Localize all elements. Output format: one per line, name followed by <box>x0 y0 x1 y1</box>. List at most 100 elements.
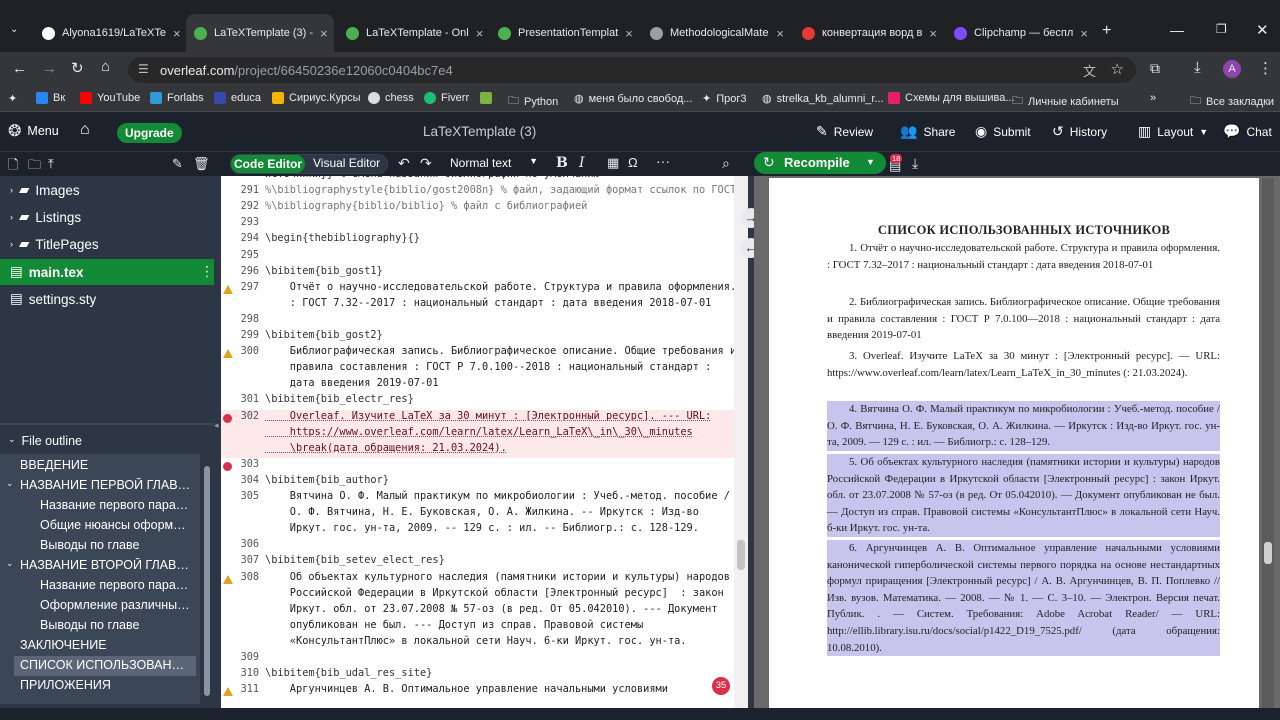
recompile-button[interactable]: ↻ Recompile ▼ <box>754 152 886 174</box>
chevron-down-icon[interactable]: ▼ <box>866 157 875 167</box>
line-number[interactable]: 307 <box>221 555 259 566</box>
close-icon[interactable]: × <box>173 26 181 41</box>
line-number[interactable]: 299 <box>221 330 259 341</box>
browser-tab-3[interactable]: LaTeXTemplate - Onl × <box>338 20 488 46</box>
bookmark-sirius[interactable]: Сириус.Курсы <box>272 92 361 104</box>
new-tab-icon[interactable]: + <box>1102 22 1111 40</box>
close-icon[interactable]: × <box>776 26 784 41</box>
url-input[interactable]: ☰ overleaf.com/project/66450236e12060c04… <box>128 57 1136 83</box>
warning-icon[interactable] <box>223 349 233 359</box>
line-number[interactable]: 306 <box>221 539 259 550</box>
code-line[interactable]: %\bibliographystyle{biblio/gost2008n} % … <box>265 184 736 196</box>
bookmark-youtube[interactable]: YouTube <box>80 92 140 104</box>
table-icon[interactable]: ▦ <box>607 155 619 171</box>
code-line[interactable]: опубликован не был. --- Доступ из справ.… <box>265 619 643 631</box>
forward-icon[interactable]: → <box>42 60 57 77</box>
download-icon[interactable]: ⤓ <box>1194 59 1201 76</box>
file-tree-folder[interactable]: › ▰ Listings <box>10 209 81 225</box>
line-number[interactable]: 310 <box>221 668 259 679</box>
bookmark-fiverr[interactable]: Fiverr <box>424 92 469 104</box>
outline-item[interactable]: Название первого парагр... <box>40 578 192 592</box>
warning-icon[interactable] <box>223 574 233 584</box>
panel-divider[interactable] <box>0 423 214 425</box>
code-line[interactable]: \bibitem{bib_gost2} <box>265 329 383 341</box>
back-icon[interactable]: ← <box>12 60 27 77</box>
error-icon[interactable] <box>223 461 232 471</box>
project-title[interactable]: LaTeXTemplate (3) <box>423 124 536 139</box>
file-tree-item-selected[interactable]: ▤ main.tex ⋮ <box>0 259 214 285</box>
bookmark-python[interactable]: 🗀 Python <box>508 92 558 111</box>
error-count-badge[interactable]: 35 <box>712 677 730 695</box>
code-line[interactable]: Иркут. гос. ун-та, 2009. -- 129 с. : ил.… <box>265 522 699 534</box>
browser-menu-icon[interactable]: ⋮ <box>1258 59 1273 77</box>
code-line[interactable]: \bibitem{bib_udal_res_site} <box>265 667 432 679</box>
outline-item[interactable]: ВВЕДЕНИЕ <box>20 458 196 472</box>
file-tree-folder[interactable]: › ▰ Images <box>10 182 80 198</box>
code-line[interactable]: Российской Федерации в Иркутской области… <box>265 587 724 599</box>
browser-tab-1[interactable]: Alyona1619/LaTeXTe × <box>34 20 184 46</box>
chat-button[interactable]: 💬 Chat <box>1223 123 1272 140</box>
code-line[interactable]: Отчёт о научно-исследовательской работе.… <box>265 281 736 293</box>
logs-button[interactable]: ▤ 18 <box>888 154 904 173</box>
history-button[interactable]: ↺ History <box>1052 123 1107 140</box>
home-icon[interactable]: ⌂ <box>101 58 110 75</box>
line-number[interactable]: 304 <box>221 475 259 486</box>
line-number[interactable]: 298 <box>221 314 259 325</box>
browser-tab-6[interactable]: конвертация ворд в × <box>794 20 944 46</box>
delete-icon[interactable]: 🗑 <box>193 156 210 172</box>
code-editor[interactable]: источники}} % смена названия библиографи… <box>221 176 748 708</box>
code-line[interactable]: Overleaf. Изучите LaTeX за 30 минут : [Э… <box>265 410 712 422</box>
close-icon[interactable]: × <box>476 26 484 41</box>
share-button[interactable]: 👥 Share <box>900 123 955 140</box>
file-tree-folder[interactable]: › ▰ TitlePages <box>10 236 99 252</box>
visual-editor-toggle[interactable]: Visual Editor <box>313 156 380 170</box>
browser-tab-5[interactable]: MethodologicalMate × <box>642 20 792 46</box>
file-menu-icon[interactable]: ⋮ <box>200 263 214 280</box>
bold-icon[interactable]: B <box>556 155 568 171</box>
line-number[interactable]: 294 <box>221 233 259 244</box>
code-line[interactable]: %\bibliography{biblio/biblio} % файл с б… <box>265 200 587 212</box>
code-line[interactable]: \break(дата обращения: 21.03.2024). <box>265 442 507 454</box>
browser-tab-4[interactable]: PresentationTemplat × <box>490 20 640 46</box>
code-line[interactable]: дата введения 2019-07-01 <box>265 377 439 389</box>
outline-item-active[interactable]: СПИСОК ИСПОЛЬЗОВАННЫ... <box>20 658 190 672</box>
bookmark-apps[interactable]: ✦ <box>8 92 17 105</box>
upload-icon[interactable]: ⤒ <box>48 156 54 172</box>
translate-icon[interactable]: 文 <box>1083 61 1096 80</box>
all-bookmarks[interactable]: 🗀 Все закладки <box>1190 92 1274 111</box>
file-outline-header[interactable]: ⌄ File outline <box>8 434 82 448</box>
rename-icon[interactable]: ✎ <box>172 156 183 172</box>
code-line[interactable]: \bibitem{bib_author} <box>265 474 389 486</box>
bookmarks-overflow[interactable]: » <box>1150 92 1156 104</box>
search-icon[interactable]: ⌕ <box>722 155 730 172</box>
outline-item[interactable]: Выводы по главе <box>40 538 192 552</box>
submit-button[interactable]: ◉ Submit <box>975 123 1031 140</box>
line-number[interactable]: 292 <box>221 201 259 212</box>
bookmark-cabinets[interactable]: 🗀 Личные кабинеты <box>1012 92 1119 111</box>
chevron-down-icon[interactable]: ⌄ <box>6 558 14 569</box>
close-icon[interactable]: × <box>1080 26 1088 41</box>
code-line[interactable]: Аргунчинцев А. В. Оптимальное управление… <box>265 683 668 695</box>
outline-item[interactable]: ЗАКЛЮЧЕНИЕ <box>20 638 196 652</box>
line-number[interactable]: 305 <box>221 491 259 502</box>
code-line[interactable]: \bibitem{bib_gost1} <box>265 265 383 277</box>
code-line[interactable]: Библиографическая запись. Библиографичес… <box>265 345 736 357</box>
file-tree-item[interactable]: ▤ settings.sty <box>10 291 96 307</box>
code-line[interactable]: Иркут. обл. от 23.07.2008 № 57-оз (в ред… <box>265 603 718 615</box>
pdf-scrollbar[interactable] <box>1262 178 1274 708</box>
line-number[interactable]: 296 <box>221 266 259 277</box>
reload-icon[interactable]: ↻ <box>71 59 84 77</box>
code-editor-toggle[interactable]: Code Editor <box>231 155 305 173</box>
close-icon[interactable]: × <box>929 26 937 41</box>
code-line[interactable]: \bibitem{bib_electr_res} <box>265 393 414 405</box>
new-folder-icon[interactable]: 🗀 <box>28 156 41 178</box>
bookmark-strelka[interactable]: ◍ strelka_kb_alumni_r... <box>762 92 884 106</box>
layout-button[interactable]: ▥ Layout ▼ <box>1138 123 1208 140</box>
menu-button[interactable]: ❂ Menu <box>8 121 59 141</box>
new-file-icon[interactable]: 🗋 <box>8 156 18 178</box>
code-line[interactable]: Вятчина О. Ф. Малый практикум по микроби… <box>265 490 730 502</box>
browser-tab-7[interactable]: Clipchamp — беспл × <box>946 20 1096 46</box>
bookmark-educa[interactable]: educa <box>214 92 261 104</box>
warning-icon[interactable] <box>223 284 233 294</box>
chevron-down-icon[interactable]: ⌄ <box>6 478 14 489</box>
